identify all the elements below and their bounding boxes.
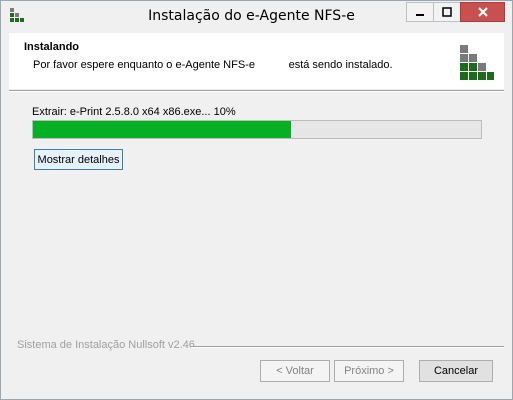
show-details-button[interactable]: Mostrar detalhes [34, 149, 123, 170]
title-bar[interactable]: Instalação do e-Agente NFS-e [1, 1, 512, 32]
minimize-icon [416, 14, 424, 16]
nsis-logo-icon [460, 45, 494, 80]
minimize-button[interactable] [406, 2, 434, 22]
progress-status: Extrair: e-Print 2.5.8.0 x64 x86.exe... … [32, 106, 236, 118]
header-title: Instalando [24, 41, 80, 53]
installer-window: Instalação do e-Agente NFS-e Instalando … [0, 0, 513, 400]
progress-bar [32, 120, 482, 139]
close-icon [477, 7, 488, 17]
maximize-button[interactable] [433, 2, 461, 22]
cancel-button[interactable]: Cancelar [419, 360, 493, 382]
header-subtitle: Por favor espere enquanto o e-Agente NFS… [33, 59, 393, 71]
header-panel: Instalando Por favor espere enquanto o e… [9, 33, 504, 89]
footer-divider [191, 346, 504, 348]
maximize-icon [442, 7, 452, 17]
header-divider [9, 90, 504, 92]
progress-fill [33, 121, 291, 138]
back-button[interactable]: < Voltar [260, 360, 330, 382]
close-button[interactable] [460, 2, 505, 22]
next-button[interactable]: Próximo > [334, 360, 404, 382]
nullsoft-branding: Sistema de Instalação Nullsoft v2.46 [17, 339, 195, 351]
